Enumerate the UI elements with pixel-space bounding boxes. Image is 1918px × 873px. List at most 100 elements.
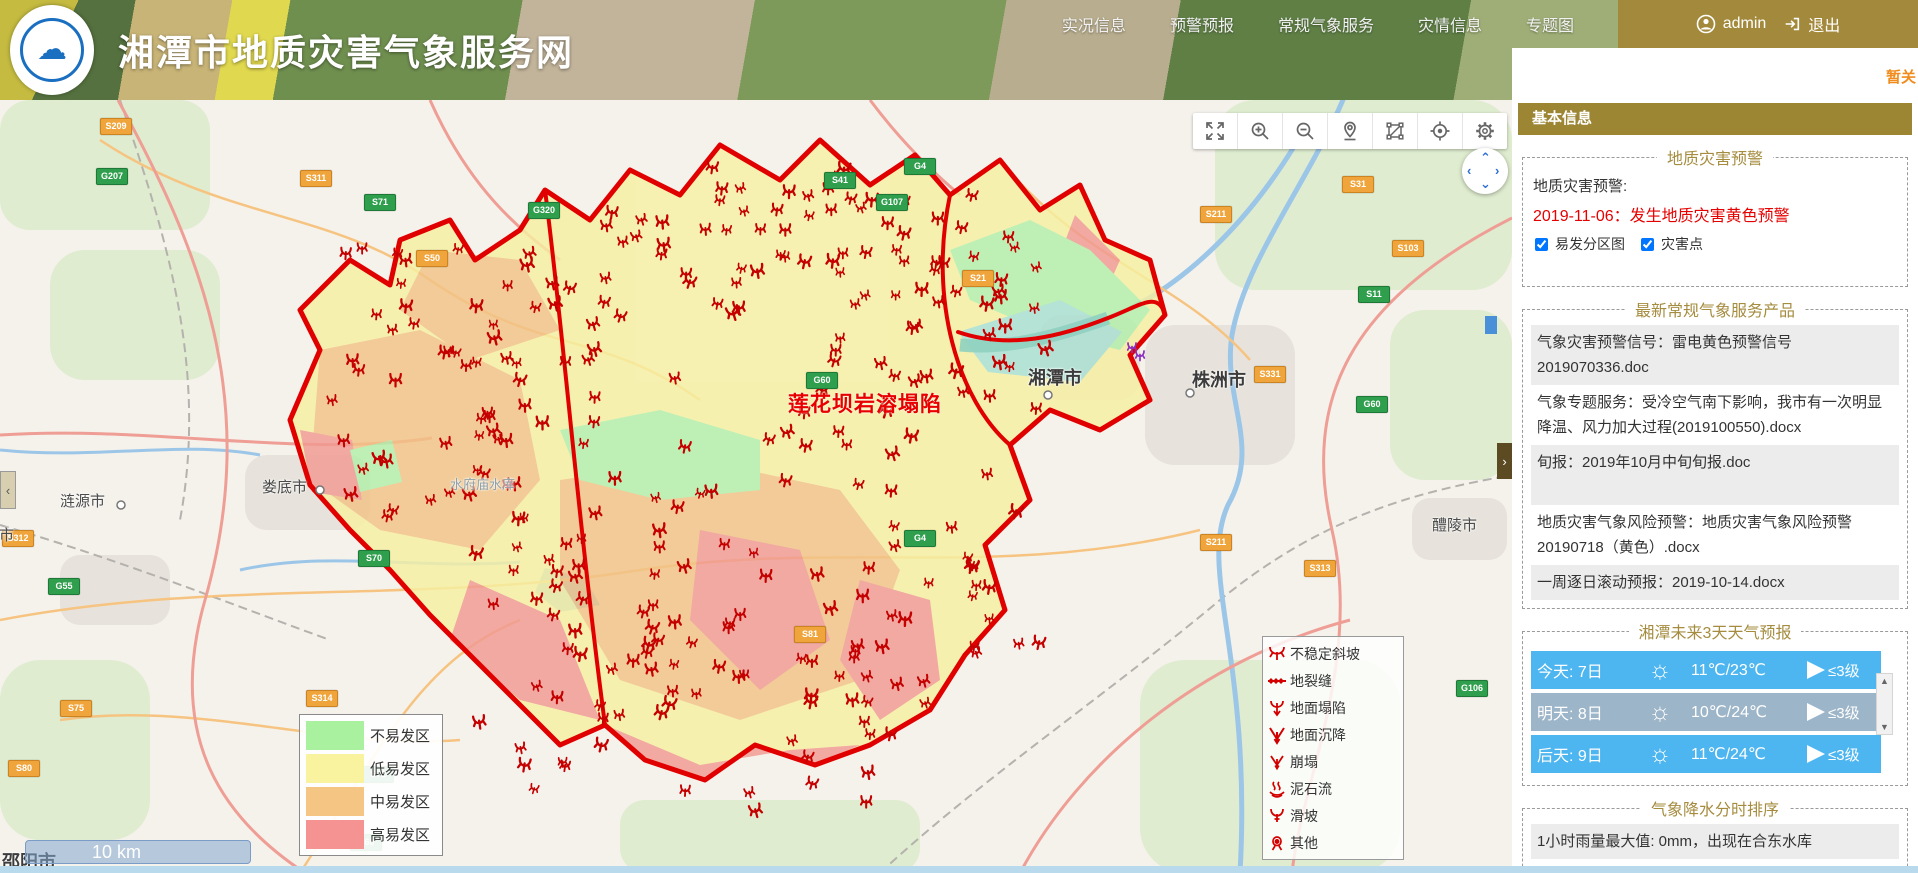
info-panel: 基本信息 地质灾害预警 地质灾害预警: 2019-11-06：发生地质灾害黄色预…: [1512, 100, 1918, 873]
forecast-day: 后天: 9日: [1537, 742, 1629, 766]
pan-right-icon[interactable]: ›: [1495, 163, 1499, 178]
header-right-cap: [1512, 48, 1918, 100]
road-badge: G60: [1356, 396, 1388, 413]
chevron-left-icon: ‹: [6, 483, 10, 498]
extent-select-icon[interactable]: [1372, 113, 1417, 149]
chevron-right-icon: ›: [1502, 454, 1506, 469]
settings-gear-icon[interactable]: [1462, 113, 1507, 149]
forecast-temp: 11℃/23℃: [1691, 660, 1807, 680]
forecast-day: 今天: 7日: [1537, 658, 1629, 682]
warning-label: 地质灾害预警:: [1533, 175, 1899, 196]
road-badge: S11: [1358, 286, 1390, 303]
logout-icon: [1783, 15, 1801, 33]
logout-button[interactable]: 退出: [1808, 12, 1840, 36]
geo-warning-legend: 地质灾害预警: [1657, 145, 1773, 169]
product-item[interactable]: 一周逐日滚动预报：2019-10-14.docx: [1531, 565, 1899, 600]
zoom-in-icon[interactable]: [1237, 113, 1282, 149]
hazard-points-label[interactable]: 灾害点: [1661, 234, 1703, 254]
debris-flow-icon: [1267, 779, 1287, 799]
locate-icon[interactable]: [1417, 113, 1462, 149]
susceptibility-layer-label[interactable]: 易发分区图: [1555, 234, 1625, 254]
product-item[interactable]: 旬报：2019年10月中旬旬报.doc: [1531, 445, 1899, 505]
location-pin-icon[interactable]: [1327, 113, 1372, 149]
fullscreen-icon[interactable]: [1193, 113, 1237, 149]
nav-item-live-info[interactable]: 实况信息: [1062, 12, 1126, 36]
hazard-points-checkbox[interactable]: [1641, 238, 1654, 251]
site-title: 湘潭市地质灾害气象服务网: [118, 24, 574, 76]
city-label: 株洲市: [1192, 366, 1246, 392]
pan-down-icon[interactable]: ⌄: [1480, 176, 1491, 192]
road-badge: G4: [904, 530, 936, 547]
ground-collapse-icon: [1267, 698, 1287, 718]
zone-label: 中易发区: [370, 791, 430, 812]
hazard-label: 地裂缝: [1290, 671, 1332, 691]
nav-item-disaster-info[interactable]: 灾情信息: [1418, 12, 1482, 36]
collapse-right-handle[interactable]: ›: [1497, 443, 1512, 479]
susceptibility-layer-checkbox[interactable]: [1535, 238, 1548, 251]
wind-direction-icon: [1807, 703, 1825, 721]
site-logo: ☁: [10, 5, 94, 95]
forecast-day: 明天: 8日: [1537, 700, 1629, 724]
road-badge: G4: [904, 158, 936, 175]
road-badge: S311: [300, 170, 332, 187]
legend-row: 高易发区: [306, 818, 436, 851]
hazard-type-legend: 不稳定斜坡 地裂缝 地面塌陷 地面沉降 崩塌 泥石流 滑坡 其他: [1262, 636, 1404, 860]
road-badge: S70: [358, 550, 390, 567]
wind-direction-icon: [1807, 661, 1825, 679]
main-nav: 实况信息 预警预报 常规气象服务 灾情信息 专题图: [1062, 0, 1574, 48]
wind-direction-icon: [1807, 745, 1825, 763]
city-label: 湘潭市: [1028, 364, 1082, 390]
road-badge: S209: [100, 118, 132, 135]
pan-up-icon[interactable]: ⌃: [1480, 150, 1491, 166]
product-item[interactable]: 地质灾害气象风险预警：地质灾害气象风险预警20190718（黄色）.docx: [1531, 505, 1899, 565]
road-badge: G106: [1456, 680, 1488, 697]
hazard-label: 地面塌陷: [1290, 698, 1346, 718]
city-label: 娄底市: [262, 476, 307, 497]
product-item[interactable]: 气象专题服务：受冷空气南下影响，我市有一次明显降温、风力加大过程(2019100…: [1531, 385, 1899, 445]
other-hazard-icon: [1267, 833, 1287, 853]
username[interactable]: admin: [1723, 15, 1767, 33]
precip-ranking-section: 气象降水分时排序 1小时雨量最大值: 0mm，出现在合东水库 3小时雨量最大值:…: [1522, 796, 1908, 873]
road-badge: S103: [1392, 240, 1424, 257]
nav-item-warning-forecast[interactable]: 预警预报: [1170, 12, 1234, 36]
city-label: 江市: [0, 524, 14, 545]
forecast-scrollbar[interactable]: ▲ ▼: [1876, 673, 1893, 735]
rockfall-icon: [1267, 752, 1287, 772]
warning-message: 2019-11-06：发生地质灾害黄色预警: [1533, 202, 1899, 226]
pan-control[interactable]: ⌃ ⌄ ‹ ›: [1462, 148, 1508, 194]
ground-fissure-icon: [1267, 671, 1287, 691]
hazard-label: 地面沉降: [1290, 725, 1346, 745]
karst-collapse-label: 莲花坝岩溶塌陷: [788, 388, 942, 418]
scroll-up-icon[interactable]: ▲: [1880, 676, 1889, 686]
road-badge: G107: [876, 194, 908, 211]
map-canvas[interactable]: ⌃ ⌄ ‹ › S209 G207 S311 S71 G320 S41 G4 G…: [0, 100, 1512, 873]
susceptibility-zone-legend: 不易发区 低易发区 中易发区 高易发区: [299, 714, 443, 856]
road-badge: G55: [48, 578, 80, 595]
sunny-icon: ☼: [1629, 656, 1691, 685]
road-badge: S314: [306, 690, 338, 707]
pan-left-icon[interactable]: ‹: [1467, 163, 1471, 178]
city-label: 涟源市: [60, 490, 105, 511]
road-badge: G207: [96, 168, 128, 185]
landslide-icon: [1267, 806, 1287, 826]
legend-row: 不易发区: [306, 719, 436, 752]
nav-item-thematic-map[interactable]: 专题图: [1526, 12, 1574, 36]
road-badge: S81: [794, 626, 826, 643]
zoom-out-icon[interactable]: [1282, 113, 1327, 149]
user-icon: [1696, 14, 1716, 34]
zone-label: 高易发区: [370, 824, 430, 845]
collapse-left-handle[interactable]: ‹: [0, 471, 16, 509]
forecast-row: 明天: 8日 ☼ 10℃/24℃ ≤3级: [1531, 693, 1881, 731]
scroll-down-icon[interactable]: ▼: [1880, 722, 1889, 732]
footer-strip: [0, 866, 1918, 873]
weather-products-legend: 最新常规气象服务产品: [1625, 297, 1805, 321]
road-badge: G60: [806, 372, 838, 389]
product-item[interactable]: 气象灾害预警信号：雷电黄色预警信号2019070336.doc: [1531, 325, 1899, 385]
zone-swatch: [306, 721, 364, 750]
precip-item: 1小时雨量最大值: 0mm，出现在合东水库: [1531, 824, 1899, 859]
nav-item-regular-weather-service[interactable]: 常规气象服务: [1278, 12, 1374, 36]
road-badge: S313: [1304, 560, 1336, 577]
map-scrollbar-thumb[interactable]: [1485, 316, 1497, 334]
sunny-icon: ☼: [1629, 740, 1691, 769]
road-badge: S211: [1200, 206, 1232, 223]
